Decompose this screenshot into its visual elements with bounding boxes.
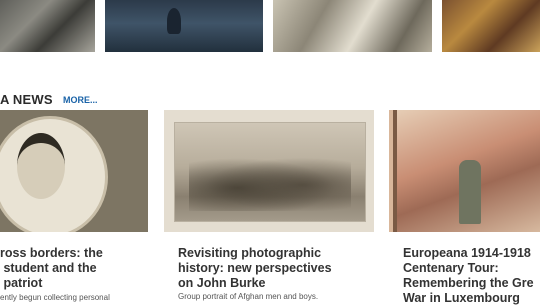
thumbnail-image-4[interactable]: [442, 0, 540, 52]
portrait-face: [17, 133, 65, 199]
group-photo: [174, 122, 366, 222]
thumbnail-image-3[interactable]: [273, 0, 432, 52]
painting-canvas: [393, 110, 540, 232]
top-image-strip: [0, 0, 540, 52]
card-caption: Group portrait of Afghan men and boys.: [178, 292, 319, 301]
card-title[interactable]: Revisiting photographic history: new per…: [178, 246, 332, 291]
card-image-portrait[interactable]: [0, 110, 148, 232]
card-caption: ently begun collecting personal: [0, 293, 110, 302]
card-title[interactable]: ross borders: the student and the patrio…: [0, 246, 103, 291]
tree-silhouette: [167, 8, 181, 34]
more-news-link[interactable]: MORE...: [63, 95, 98, 105]
thumbnail-image-2[interactable]: [105, 0, 263, 52]
painted-figure: [459, 160, 481, 224]
news-section-header: A NEWS MORE...: [0, 92, 540, 107]
thumbnail-image-1[interactable]: [0, 0, 95, 52]
card-image-group-portrait[interactable]: [164, 110, 374, 232]
section-title: A NEWS: [0, 92, 53, 107]
group-figures: [189, 153, 351, 211]
card-image-painting[interactable]: [389, 110, 540, 232]
portrait-oval-frame: [0, 116, 108, 232]
card-title[interactable]: Europeana 1914-1918 Centenary Tour: Reme…: [403, 246, 534, 306]
